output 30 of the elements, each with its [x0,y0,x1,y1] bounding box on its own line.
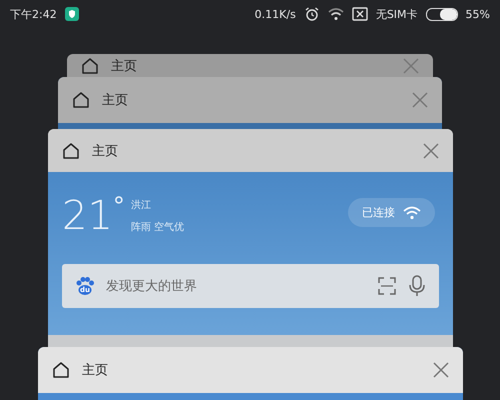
wifi-icon [328,7,344,21]
tab-card[interactable]: 主页 [38,347,463,400]
home-icon [62,142,80,160]
tab-title: 主页 [82,362,108,379]
home-icon [72,91,90,109]
shield-icon [64,7,79,21]
battery-icon [426,8,458,20]
wifi-icon [403,206,421,220]
temperature: 21 [62,194,113,238]
sim-status: 无SIM卡 [376,6,418,22]
tab-card[interactable]: 主页 [58,77,442,129]
home-icon [52,361,70,379]
close-icon[interactable] [423,142,439,158]
close-icon[interactable] [412,92,428,108]
home-icon [81,56,99,74]
scan-icon[interactable] [377,276,397,296]
alarm-icon [304,6,320,22]
status-time: 下午2:42 [10,6,57,22]
degree-sign: ° [112,194,125,218]
no-sim-icon [352,7,368,21]
battery-percent: 55% [466,8,490,20]
weather-condition: 阵雨 空气优 [130,220,184,234]
tab-title: 主页 [102,92,128,109]
network-speed: 0.11K/s [254,8,296,20]
tab-title: 主页 [92,142,118,160]
tab-card[interactable]: 主页 [67,54,433,77]
tab-title: 主页 [111,58,137,74]
close-icon[interactable] [433,362,449,378]
city-name: 洪江 [130,198,152,212]
microphone-icon[interactable] [407,275,427,297]
